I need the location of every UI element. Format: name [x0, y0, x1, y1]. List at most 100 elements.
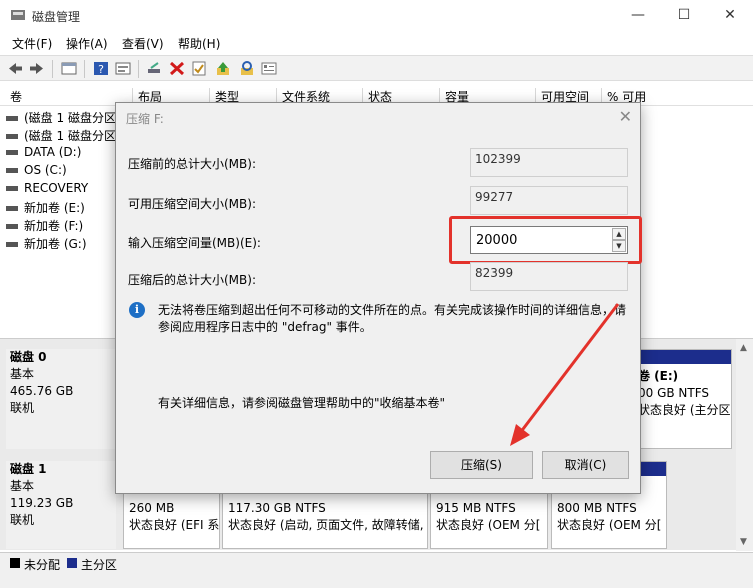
- volume-name: 新加卷 (E:): [24, 201, 85, 215]
- partition-status: 状态良好 (OEM 分[: [557, 518, 662, 532]
- dialog-title: 压缩 F:: [126, 112, 164, 126]
- minimize-button[interactable]: —: [615, 0, 661, 30]
- disk-map-scrollbar[interactable]: ▲ ▼: [736, 339, 753, 551]
- disk-status: 联机: [10, 401, 35, 415]
- total-before-value: 102399: [470, 148, 628, 177]
- more-info-text: 有关详细信息，请参阅磁盘管理帮助中的"收缩基本卷": [158, 396, 446, 410]
- search-icon[interactable]: [238, 60, 256, 77]
- status-bar: [0, 574, 753, 588]
- partition-text: 卷 (E:) 00 GB NTFS 状态良好 (主分区): [638, 368, 732, 419]
- disk-type: 基本: [10, 367, 35, 381]
- available-space-label: 可用压缩空间大小(MB):: [128, 197, 256, 211]
- disk-name: 磁盘 1: [10, 462, 47, 476]
- connect-icon[interactable]: [146, 60, 164, 77]
- menu-help[interactable]: 帮助(H): [178, 35, 220, 52]
- disk-size: 119.23 GB: [10, 496, 74, 510]
- cancel-button[interactable]: 取消(C): [542, 451, 629, 479]
- list-item[interactable]: (磁盘 1 磁盘分区: [6, 127, 116, 145]
- legend-primary: 主分区: [81, 558, 118, 572]
- menu-file[interactable]: 文件(F): [12, 35, 52, 52]
- available-space-value: 99277: [470, 186, 628, 215]
- volume-name: RECOVERY: [24, 181, 89, 195]
- partition-text: 915 MB NTFS 状态良好 (OEM 分[: [436, 500, 540, 534]
- delete-icon[interactable]: [168, 60, 186, 77]
- volume-icon: [6, 242, 18, 247]
- toolbar-separator: [52, 60, 53, 78]
- up-icon[interactable]: [214, 60, 232, 77]
- volume-icon: [6, 224, 18, 229]
- primary-swatch: [67, 558, 77, 568]
- partition-status: 状态良好 (启动, 页面文件, 故障转储,: [228, 518, 424, 532]
- properties-icon[interactable]: [114, 60, 132, 77]
- list-item[interactable]: (磁盘 1 磁盘分区: [6, 109, 116, 127]
- volume-name: 新加卷 (G:): [24, 237, 87, 251]
- volume-name: 新加卷 (F:): [24, 219, 84, 233]
- app-icon: [11, 10, 25, 20]
- disk-type: 基本: [10, 479, 35, 493]
- total-after-label: 压缩后的总计大小(MB):: [128, 273, 256, 287]
- toolbar-separator: [84, 60, 85, 78]
- list-item[interactable]: DATA (D:): [6, 145, 81, 163]
- menu-action[interactable]: 操作(A): [66, 35, 108, 52]
- highlight-box: [449, 216, 642, 264]
- legend: 未分配 主分区: [0, 552, 753, 574]
- toolbar: ?: [0, 55, 753, 81]
- info-message: 无法将卷压缩到超出任何不可移动的文件所在的点。有关完成该操作时间的详细信息，请参…: [158, 303, 627, 334]
- partition-size: 260 MB: [129, 501, 175, 515]
- scroll-up-icon[interactable]: ▲: [740, 343, 747, 353]
- menu-bar: 文件(F) 操作(A) 查看(V) 帮助(H): [0, 32, 753, 54]
- disk-1-label[interactable]: 磁盘 1 基本 119.23 GB 联机: [6, 461, 116, 549]
- help-icon[interactable]: ?: [92, 60, 110, 77]
- disk-size: 465.76 GB: [10, 384, 74, 398]
- disk-status: 联机: [10, 513, 35, 527]
- volume-icon: [6, 134, 18, 139]
- unallocated-swatch: [10, 558, 20, 568]
- shrink-button[interactable]: 压缩(S): [430, 451, 533, 479]
- total-before-label: 压缩前的总计大小(MB):: [128, 157, 256, 171]
- volume-name: (磁盘 1 磁盘分区: [24, 129, 116, 143]
- maximize-button[interactable]: ☐: [661, 0, 707, 30]
- volume-icon: [6, 168, 18, 173]
- partition-size: 800 MB NTFS: [557, 501, 637, 515]
- partition-text: 260 MB 状态良好 (EFI 系: [129, 500, 219, 534]
- list-item[interactable]: RECOVERY: [6, 181, 88, 199]
- partition-name: 卷 (E:): [638, 369, 679, 383]
- scroll-down-icon[interactable]: ▼: [740, 537, 747, 547]
- back-icon[interactable]: [6, 60, 24, 77]
- volume-icon: [6, 116, 18, 121]
- menu-view[interactable]: 查看(V): [122, 35, 164, 52]
- info-icon: i: [129, 302, 145, 318]
- list-item[interactable]: OS (C:): [6, 163, 67, 181]
- forward-icon[interactable]: [28, 60, 46, 77]
- check-icon[interactable]: [190, 60, 208, 77]
- partition-status: 状态良好 (OEM 分[: [436, 518, 541, 532]
- title-bar: 磁盘管理 — ☐ ✕: [0, 0, 753, 32]
- volume-name: DATA (D:): [24, 145, 82, 159]
- svg-text:?: ?: [98, 63, 104, 76]
- volume-name: (磁盘 1 磁盘分区: [24, 111, 116, 125]
- volume-icon: [6, 206, 18, 211]
- close-button[interactable]: ✕: [707, 0, 753, 30]
- total-after-value: 82399: [470, 262, 628, 291]
- legend-unallocated: 未分配: [24, 558, 61, 572]
- dialog-close-button[interactable]: ✕: [619, 107, 632, 126]
- console-icon[interactable]: [60, 60, 78, 77]
- partition-e[interactable]: 卷 (E:) 00 GB NTFS 状态良好 (主分区): [632, 349, 732, 449]
- shrink-amount-label: 输入压缩空间量(MB)(E):: [128, 236, 261, 250]
- list-item[interactable]: 新加卷 (E:): [6, 199, 85, 217]
- disk-0-label[interactable]: 磁盘 0 基本 465.76 GB 联机: [6, 349, 116, 449]
- partition-text: 800 MB NTFS 状态良好 (OEM 分[: [557, 500, 661, 534]
- toolbar-separator: [138, 60, 139, 78]
- list-item[interactable]: 新加卷 (F:): [6, 217, 83, 235]
- partition-status: 状态良好 (主分区): [638, 403, 732, 417]
- volume-icon: [6, 150, 18, 155]
- list-item[interactable]: 新加卷 (G:): [6, 235, 87, 253]
- partition-text: 117.30 GB NTFS 状态良好 (启动, 页面文件, 故障转储,: [228, 500, 424, 534]
- volume-icon: [6, 186, 18, 191]
- column-volume[interactable]: 卷: [4, 88, 22, 106]
- primary-partition-bar: [633, 350, 731, 364]
- settings-icon[interactable]: [260, 60, 278, 77]
- volume-name: OS (C:): [24, 163, 67, 177]
- partition-size: 00 GB NTFS: [638, 386, 710, 400]
- partition-size: 117.30 GB NTFS: [228, 501, 326, 515]
